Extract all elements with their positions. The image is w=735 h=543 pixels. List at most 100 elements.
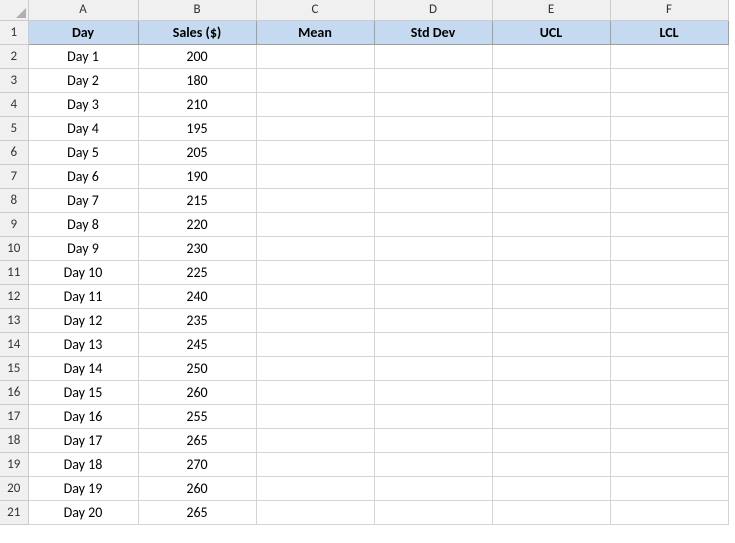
cell-sales[interactable]: 250: [138, 356, 256, 380]
cell-sales[interactable]: 210: [138, 92, 256, 116]
cell-day[interactable]: Day 12: [28, 308, 138, 332]
cell-stddev[interactable]: [374, 236, 492, 260]
cell-lcl[interactable]: [610, 68, 728, 92]
cell-day[interactable]: Day 13: [28, 332, 138, 356]
row-header-10[interactable]: 10: [0, 236, 28, 260]
header-cell-mean[interactable]: Mean: [256, 20, 374, 44]
row-header-1[interactable]: 1: [0, 20, 28, 44]
cell-lcl[interactable]: [610, 404, 728, 428]
row-header-6[interactable]: 6: [0, 140, 28, 164]
cell-sales[interactable]: 255: [138, 404, 256, 428]
cell-lcl[interactable]: [610, 260, 728, 284]
header-cell-sales[interactable]: Sales ($): [138, 20, 256, 44]
cell-stddev[interactable]: [374, 404, 492, 428]
cell-mean[interactable]: [256, 212, 374, 236]
cell-ucl[interactable]: [492, 500, 610, 524]
col-header-C[interactable]: C: [256, 0, 374, 20]
cell-day[interactable]: Day 9: [28, 236, 138, 260]
cell-lcl[interactable]: [610, 116, 728, 140]
cell-day[interactable]: Day 20: [28, 500, 138, 524]
cell-mean[interactable]: [256, 476, 374, 500]
cell-ucl[interactable]: [492, 476, 610, 500]
cell-mean[interactable]: [256, 92, 374, 116]
col-header-D[interactable]: D: [374, 0, 492, 20]
cell-lcl[interactable]: [610, 92, 728, 116]
cell-ucl[interactable]: [492, 212, 610, 236]
cell-mean[interactable]: [256, 68, 374, 92]
cell-sales[interactable]: 260: [138, 476, 256, 500]
cell-lcl[interactable]: [610, 308, 728, 332]
cell-mean[interactable]: [256, 332, 374, 356]
cell-day[interactable]: Day 16: [28, 404, 138, 428]
cell-sales[interactable]: 230: [138, 236, 256, 260]
cell-mean[interactable]: [256, 428, 374, 452]
cell-stddev[interactable]: [374, 92, 492, 116]
cell-ucl[interactable]: [492, 236, 610, 260]
cell-stddev[interactable]: [374, 116, 492, 140]
cell-stddev[interactable]: [374, 380, 492, 404]
header-cell-day[interactable]: Day: [28, 20, 138, 44]
cell-lcl[interactable]: [610, 284, 728, 308]
row-header-2[interactable]: 2: [0, 44, 28, 68]
cell-sales[interactable]: 225: [138, 260, 256, 284]
cell-sales[interactable]: 235: [138, 308, 256, 332]
col-header-A[interactable]: A: [28, 0, 138, 20]
cell-sales[interactable]: 245: [138, 332, 256, 356]
cell-day[interactable]: Day 1: [28, 44, 138, 68]
cell-day[interactable]: Day 18: [28, 452, 138, 476]
row-header-7[interactable]: 7: [0, 164, 28, 188]
cell-stddev[interactable]: [374, 356, 492, 380]
cell-mean[interactable]: [256, 404, 374, 428]
cell-ucl[interactable]: [492, 356, 610, 380]
cell-stddev[interactable]: [374, 140, 492, 164]
cell-lcl[interactable]: [610, 140, 728, 164]
row-header-4[interactable]: 4: [0, 92, 28, 116]
cell-lcl[interactable]: [610, 476, 728, 500]
cell-sales[interactable]: 190: [138, 164, 256, 188]
cell-ucl[interactable]: [492, 380, 610, 404]
cell-lcl[interactable]: [610, 380, 728, 404]
cell-mean[interactable]: [256, 164, 374, 188]
cell-lcl[interactable]: [610, 212, 728, 236]
cell-lcl[interactable]: [610, 236, 728, 260]
cell-day[interactable]: Day 19: [28, 476, 138, 500]
cell-day[interactable]: Day 2: [28, 68, 138, 92]
cell-stddev[interactable]: [374, 44, 492, 68]
cell-ucl[interactable]: [492, 260, 610, 284]
col-header-E[interactable]: E: [492, 0, 610, 20]
cell-stddev[interactable]: [374, 212, 492, 236]
cell-sales[interactable]: 195: [138, 116, 256, 140]
cell-stddev[interactable]: [374, 284, 492, 308]
cell-lcl[interactable]: [610, 452, 728, 476]
cell-sales[interactable]: 215: [138, 188, 256, 212]
header-cell-stddev[interactable]: Std Dev: [374, 20, 492, 44]
cell-sales[interactable]: 205: [138, 140, 256, 164]
cell-mean[interactable]: [256, 188, 374, 212]
cell-stddev[interactable]: [374, 68, 492, 92]
cell-sales[interactable]: 265: [138, 500, 256, 524]
row-header-18[interactable]: 18: [0, 428, 28, 452]
spreadsheet-grid[interactable]: A B C D E F 1 Day Sales ($) Mean Std Dev…: [0, 0, 729, 525]
cell-ucl[interactable]: [492, 140, 610, 164]
cell-mean[interactable]: [256, 140, 374, 164]
cell-sales[interactable]: 240: [138, 284, 256, 308]
cell-day[interactable]: Day 6: [28, 164, 138, 188]
row-header-3[interactable]: 3: [0, 68, 28, 92]
cell-day[interactable]: Day 4: [28, 116, 138, 140]
header-cell-lcl[interactable]: LCL: [610, 20, 728, 44]
cell-ucl[interactable]: [492, 308, 610, 332]
cell-day[interactable]: Day 15: [28, 380, 138, 404]
row-header-9[interactable]: 9: [0, 212, 28, 236]
row-header-8[interactable]: 8: [0, 188, 28, 212]
row-header-21[interactable]: 21: [0, 500, 28, 524]
cell-mean[interactable]: [256, 452, 374, 476]
header-cell-ucl[interactable]: UCL: [492, 20, 610, 44]
row-header-19[interactable]: 19: [0, 452, 28, 476]
cell-sales[interactable]: 180: [138, 68, 256, 92]
row-header-16[interactable]: 16: [0, 380, 28, 404]
cell-lcl[interactable]: [610, 44, 728, 68]
cell-stddev[interactable]: [374, 476, 492, 500]
cell-ucl[interactable]: [492, 44, 610, 68]
cell-stddev[interactable]: [374, 164, 492, 188]
cell-mean[interactable]: [256, 380, 374, 404]
